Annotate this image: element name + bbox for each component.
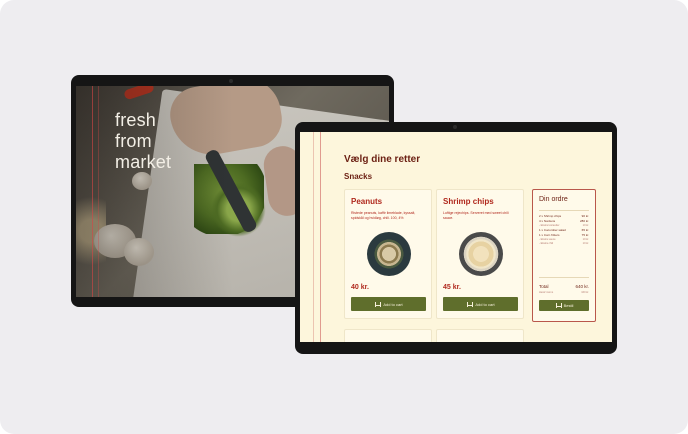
headline-line: fresh: [115, 110, 157, 130]
cart-icon: [466, 301, 474, 307]
total-label: Total: [539, 284, 549, 289]
product-image: [459, 232, 503, 276]
order-panel: Din ordre 2 x Shrimp chips 90 kr. 4 x Nor…: [532, 189, 596, 322]
add-to-cart-button[interactable]: Add to cart: [443, 297, 518, 311]
order-total: Total 640 kr.: [539, 284, 589, 289]
product-card-peanuts[interactable]: Peanuts Ristede peanuts, kaffir limeblad…: [344, 189, 432, 319]
hero-headline: fresh from market: [115, 110, 235, 173]
product-price: 45 kr.: [443, 284, 461, 291]
order-line-label: - Ekstra chili: [539, 242, 554, 245]
button-label: Add to cart: [475, 301, 495, 307]
camera-dot: [453, 125, 457, 129]
order-title: Din ordre: [539, 196, 568, 203]
place-order-button[interactable]: Bestil: [539, 300, 589, 311]
product-card-shrimp-chips[interactable]: Shrimp chips Luftige rejechips. Serveret…: [436, 189, 524, 319]
order-line-extra: - Ekstra chili 10 kr.: [539, 242, 589, 246]
section-title: Snacks: [344, 172, 373, 181]
divider: [539, 210, 589, 211]
moms-value: 160 kr.: [581, 291, 589, 294]
cart-icon: [374, 301, 382, 307]
divider: [539, 277, 589, 278]
button-label: Bestil: [563, 303, 574, 308]
headline-line: from: [115, 131, 152, 151]
add-to-cart-button[interactable]: Add to cart: [351, 297, 426, 311]
product-description: Ristede peanuts, kaffir limeblade, kyssa…: [351, 211, 416, 220]
ordering-screen: Vælg dine retter Snacks Peanuts Ristede …: [300, 132, 612, 342]
product-name: Peanuts: [351, 197, 383, 206]
tablet-front: Vælg dine retter Snacks Peanuts Ristede …: [295, 122, 617, 354]
page-title: Vælg dine retter: [344, 154, 421, 165]
cart-icon: [555, 303, 562, 308]
headline-line: market: [115, 152, 172, 172]
product-card-partial[interactable]: [436, 329, 524, 342]
product-price: 40 kr.: [351, 284, 369, 291]
guide-line: [313, 132, 314, 342]
guide-line: [320, 132, 321, 342]
camera-dot: [229, 79, 233, 83]
product-image: [367, 232, 411, 276]
product-card-partial[interactable]: [344, 329, 432, 342]
product-description: Luftige rejechips. Serveret med sweet ch…: [443, 211, 509, 220]
moms-label: Heraf moms: [539, 291, 554, 294]
total-value: 640 kr.: [575, 284, 589, 289]
product-name: Shrimp chips: [443, 197, 494, 206]
order-items: 2 x Shrimp chips 90 kr. 4 x Nordens 280 kr…: [539, 214, 589, 246]
guide-line: [92, 86, 93, 297]
order-line-amount: 10 kr.: [582, 242, 589, 245]
button-label: Add to cart: [383, 301, 403, 307]
showcase-canvas: fresh from market Vælg dine retter Snack…: [0, 0, 688, 434]
order-moms: Heraf moms 160 kr.: [539, 291, 589, 294]
guide-line: [98, 86, 99, 297]
